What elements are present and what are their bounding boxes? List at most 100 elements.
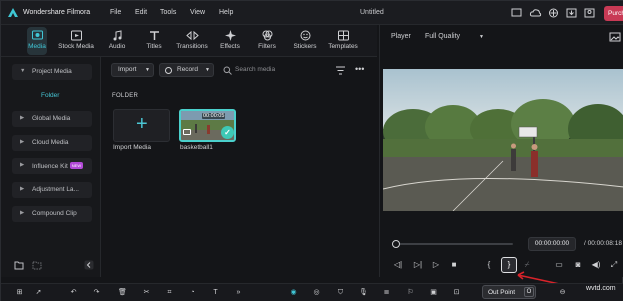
tab-media-label: Media (28, 43, 46, 50)
shield-icon[interactable]: ⛉ (335, 287, 346, 298)
stickers-icon (300, 30, 310, 41)
snap-icon[interactable]: ⊡ (451, 287, 462, 298)
fullscreen-icon[interactable]: ⤢ (608, 259, 620, 271)
current-time[interactable]: 00:00:00:00 (528, 237, 576, 251)
tab-stock-media[interactable]: Stock Media (55, 25, 97, 57)
download-icon[interactable] (565, 7, 578, 19)
chevron-down-icon[interactable]: ▼ (479, 34, 484, 40)
import-label: Import (118, 66, 137, 73)
gift-icon[interactable] (547, 7, 560, 19)
play-reverse-icon[interactable]: ▷| (412, 259, 424, 271)
sidebar-folder-item[interactable]: Folder (41, 92, 59, 99)
chevron-right-icon: ▶ (20, 210, 25, 216)
color-wheel-icon[interactable]: ◎ (311, 287, 322, 298)
plus-icon: + (136, 113, 148, 135)
menu-help[interactable]: Help (219, 9, 233, 16)
chevron-down-icon: ▼ (20, 68, 26, 74)
video-clip-icon (183, 129, 191, 135)
tab-filters-label: Filters (258, 43, 276, 50)
camera-snapshot-icon[interactable]: ◙ (572, 259, 584, 271)
filmora-logo-icon (8, 8, 18, 17)
clip-thumbnail-basketball1[interactable]: 00:00:05 ✓ (179, 109, 236, 142)
sidebar-item-cloud-media[interactable]: ▶ Cloud Media (12, 135, 92, 151)
undo-icon[interactable]: ↶ (68, 287, 79, 298)
menu-file[interactable]: File (110, 9, 121, 16)
collapse-sidebar-icon[interactable] (84, 260, 94, 270)
sidebar-item-label: Influence Kit (32, 163, 68, 170)
tab-media[interactable]: Media (27, 25, 47, 57)
menu-view[interactable]: View (190, 9, 205, 16)
screen-icon[interactable] (510, 7, 523, 19)
sidebar-item-influence-kit[interactable]: ▶ Influence Kit NEW (12, 158, 92, 174)
more-tools-icon[interactable]: » (233, 287, 244, 298)
marker-icon[interactable]: ⚐ (405, 287, 416, 298)
new-folder-icon[interactable] (14, 260, 24, 270)
import-media-tile[interactable]: + (113, 109, 170, 142)
account-icon[interactable] (583, 7, 596, 19)
new-badge: NEW (69, 162, 84, 169)
tab-transitions-label: Transitions (176, 43, 208, 50)
record-label: Record (177, 66, 198, 73)
play-icon[interactable]: ▷ (430, 259, 442, 271)
sidebar-item-label: Cloud Media (32, 139, 69, 146)
tooltip-shortcut-key: O (524, 287, 534, 297)
tab-transitions[interactable]: Transitions (174, 25, 210, 57)
chevron-right-icon: ▶ (20, 139, 25, 145)
redo-icon[interactable]: ↷ (91, 287, 102, 298)
filter-sort-icon[interactable] (335, 65, 346, 76)
chevron-down-icon: ▼ (145, 67, 150, 73)
clip-duration: 00:00:05 (202, 113, 226, 119)
ai-render-icon[interactable]: ◉ (288, 287, 299, 298)
purchase-button[interactable]: Purchase (604, 6, 623, 21)
import-dropdown[interactable]: Import ▼ (111, 63, 154, 77)
playhead-knob[interactable] (392, 240, 400, 248)
delete-icon[interactable]: 🗑 (117, 287, 128, 298)
playback-scrubber[interactable] (393, 243, 513, 245)
tab-effects[interactable]: Effects (218, 25, 242, 57)
previous-frame-icon[interactable]: ◁| (392, 259, 404, 271)
cloud-upload-icon[interactable] (529, 7, 542, 19)
tab-stickers[interactable]: Stickers (291, 25, 319, 57)
zoom-out-icon[interactable]: ⊖ (557, 287, 568, 298)
snapshot-image-icon[interactable] (609, 32, 621, 42)
search-icon (223, 66, 232, 75)
more-options-icon[interactable]: ••• (355, 64, 364, 74)
cut-scissors-icon[interactable]: ✂ (141, 287, 152, 298)
audio-mix-icon[interactable]: ≣ (381, 287, 392, 298)
video-preview[interactable] (383, 69, 623, 211)
transitions-icon (185, 30, 199, 41)
quality-dropdown[interactable]: Full Quality (425, 33, 460, 40)
text-icon[interactable]: T (210, 287, 221, 298)
sidebar-item-global-media[interactable]: ▶ Global Media (12, 111, 92, 127)
sidebar-item-label: Project Media (32, 68, 72, 75)
search-input[interactable]: Search media (235, 66, 275, 73)
menu-tools[interactable]: Tools (160, 9, 176, 16)
in-point-icon[interactable]: { (483, 259, 495, 271)
layout-grid-icon[interactable]: ⊞ (14, 287, 25, 298)
stop-icon[interactable]: ■ (448, 259, 460, 271)
record-dropdown[interactable]: Record ▼ (159, 63, 214, 77)
sidebar-item-adjustment-layer[interactable]: ▶ Adjustment La... (12, 182, 92, 198)
microphone-icon[interactable]: 🎙 (358, 287, 369, 298)
title-bar: Wondershare Filmora File Edit Tools View… (1, 1, 623, 25)
folder-outline-icon[interactable] (32, 260, 42, 270)
crop-icon[interactable]: ⌗ (164, 287, 175, 298)
sidebar-item-label: Global Media (32, 115, 71, 122)
tab-titles-label: Titles (146, 43, 162, 50)
volume-icon[interactable]: ◀) (590, 259, 602, 271)
tab-filters[interactable]: Filters (256, 25, 278, 57)
media-library-icon[interactable]: ▣ (428, 287, 439, 298)
basketball-court-video-frame (383, 69, 623, 211)
sidebar-item-compound-clip[interactable]: ▶ Compound Clip (12, 206, 92, 222)
sidebar-item-project-media[interactable]: ▼ Project Media (12, 64, 92, 80)
menu-edit[interactable]: Edit (135, 9, 147, 16)
tab-titles[interactable]: Titles (144, 25, 164, 57)
tab-audio[interactable]: Audio (105, 25, 129, 57)
speed-icon[interactable]: ◔ (187, 287, 198, 298)
chevron-right-icon: ▶ (20, 162, 25, 168)
import-media-label: Import Media (113, 144, 151, 151)
select-cursor-icon[interactable]: ➚ (33, 287, 44, 298)
filmora-window: Wondershare Filmora File Edit Tools View… (0, 0, 623, 301)
chevron-right-icon: ▶ (20, 186, 25, 192)
tab-templates[interactable]: Templates (326, 25, 360, 57)
